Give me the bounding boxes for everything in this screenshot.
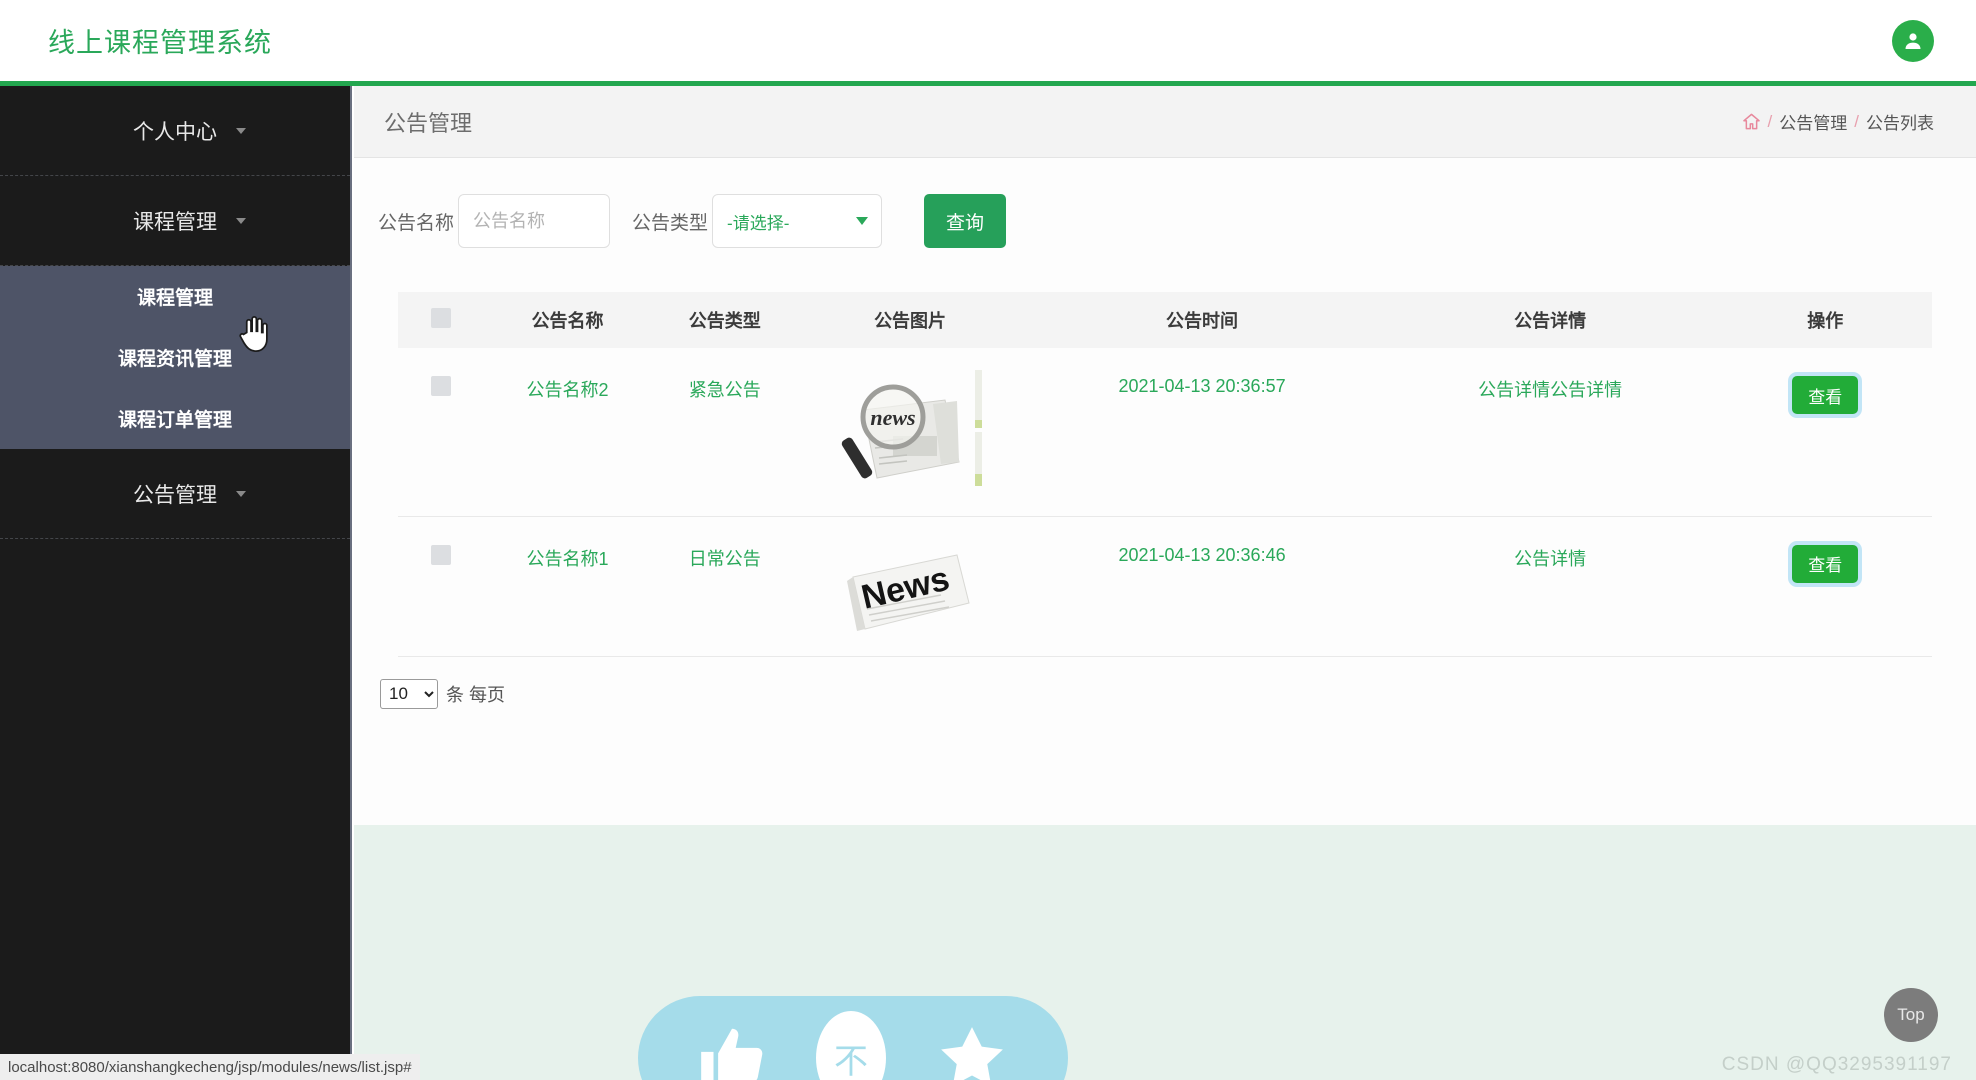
svg-text:news: news <box>870 405 915 430</box>
reaction-pill: 不 <box>638 996 1068 1080</box>
table-body: 公告名称2 紧急公告 news 2021-04-13 20:36:57 公告详情… <box>398 348 1932 656</box>
announcement-type-label: 公告类型 <box>632 212 709 234</box>
row-action-cell: 查看 <box>1719 348 1932 516</box>
sidebar-subitem-label: 课程订单管理 <box>117 410 232 431</box>
sidebar-subitem-label: 课程资讯管理 <box>117 349 232 370</box>
announcement-table: 公告名称 公告类型 公告图片 公告时间 公告详情 操作 公告名称2 紧急公告 n… <box>398 292 1932 657</box>
main-content: 公告管理 / 公告管理 / 公告列表 公告名称 公告类型 -请选择- <box>354 86 1976 1080</box>
watermark: CSDN @QQ3295391197 <box>1721 1054 1952 1075</box>
header-select-all <box>398 292 483 348</box>
top-bar-right <box>1892 19 1934 62</box>
sidebar: 个人中心 课程管理 课程管理 课程资讯管理 课程订单管理 公告管理 <box>0 86 352 1080</box>
thumbs-up-icon[interactable] <box>695 1019 769 1080</box>
row-checkbox-cell <box>398 516 483 656</box>
per-page-label: 条 每页 <box>446 684 506 705</box>
sidebar-item-label: 课程管理 <box>133 210 217 234</box>
sidebar-item-label: 个人中心 <box>133 120 217 144</box>
news-magnifier-image[interactable]: news <box>835 370 985 490</box>
sidebar-subitem-course-info-management[interactable]: 课程资讯管理 <box>0 327 350 388</box>
center-char-badge[interactable]: 不 <box>815 1011 886 1080</box>
header-name: 公告名称 <box>531 311 604 331</box>
row-time: 2021-04-13 20:36:46 <box>1118 544 1286 565</box>
row-time: 2021-04-13 20:36:57 <box>1118 376 1286 396</box>
sidebar-subitem-label: 课程管理 <box>136 288 213 309</box>
search-toolbar: 公告名称 公告类型 -请选择- 查询 <box>354 158 1976 248</box>
pagination-bar: 10 条 每页 <box>354 657 1976 709</box>
announcement-name-label: 公告名称 <box>378 212 455 234</box>
row-action-cell: 查看 <box>1719 516 1932 656</box>
app-title: 线上课程管理系统 <box>48 28 272 58</box>
chevron-down-icon <box>236 490 246 497</box>
announcement-type-selected-value: -请选择- <box>727 213 790 233</box>
news-paper-image[interactable]: News <box>845 547 975 637</box>
header-action: 操作 <box>1807 311 1844 331</box>
view-button[interactable]: 查看 <box>1792 376 1859 414</box>
status-bar-url: localhost:8080/xianshangkecheng/jsp/modu… <box>0 1054 420 1080</box>
sidebar-item-personal-center[interactable]: 个人中心 <box>0 86 350 176</box>
row-detail: 公告详情公告详情 <box>1478 380 1623 400</box>
table-row: 公告名称1 日常公告 News 2021-04-13 20:36:46 公告详情… <box>398 516 1932 656</box>
announcement-type-select[interactable]: -请选择- <box>712 194 883 248</box>
center-char-label: 不 <box>833 1042 868 1080</box>
chevron-down-icon <box>236 127 246 134</box>
search-submit-button[interactable]: 查询 <box>924 194 1007 248</box>
top-bar: 线上课程管理系统 <box>0 0 1976 86</box>
header-time: 公告时间 <box>1166 311 1239 331</box>
sidebar-item-course-management[interactable]: 课程管理 <box>0 176 350 266</box>
row-name: 公告名称1 <box>526 548 609 569</box>
select-all-checkbox[interactable] <box>430 307 451 328</box>
per-page-select[interactable]: 10 <box>380 678 438 709</box>
chevron-down-icon <box>236 217 246 224</box>
star-icon[interactable] <box>933 1019 1011 1080</box>
row-image-cell: News <box>798 516 1023 656</box>
row-type: 日常公告 <box>688 548 761 569</box>
row-type: 紧急公告 <box>688 380 761 400</box>
row-checkbox[interactable] <box>430 544 451 565</box>
sidebar-subitem-course-order-management[interactable]: 课程订单管理 <box>0 388 350 449</box>
header-detail: 公告详情 <box>1514 311 1587 331</box>
announcement-name-input[interactable] <box>458 194 611 248</box>
row-checkbox-cell <box>398 348 483 516</box>
user-avatar-button[interactable] <box>1892 19 1934 62</box>
breadcrumb-item-list: 公告列表 <box>1866 114 1934 133</box>
row-name: 公告名称2 <box>526 380 609 400</box>
header-type: 公告类型 <box>688 311 761 331</box>
table-row: 公告名称2 紧急公告 news 2021-04-13 20:36:57 公告详情… <box>398 348 1932 516</box>
sidebar-item-label: 公告管理 <box>133 483 217 507</box>
breadcrumb-item-announcement[interactable]: 公告管理 <box>1779 109 1847 134</box>
row-detail: 公告详情 <box>1514 548 1587 569</box>
page-title: 公告管理 <box>384 110 473 136</box>
sidebar-submenu-course: 课程管理 课程资讯管理 课程订单管理 <box>0 266 350 449</box>
row-image-cell: news <box>798 348 1023 516</box>
content-header: 公告管理 / 公告管理 / 公告列表 <box>354 86 1976 158</box>
breadcrumb-separator: / <box>1767 111 1773 131</box>
table-header: 公告名称 公告类型 公告图片 公告时间 公告详情 操作 <box>398 292 1932 348</box>
home-icon[interactable] <box>1742 112 1761 131</box>
row-checkbox[interactable] <box>430 376 451 396</box>
footer-area: 不 Top CSDN @QQ3295391197 <box>354 825 1976 1080</box>
table-header-row: 公告名称 公告类型 公告图片 公告时间 公告详情 操作 <box>398 292 1932 348</box>
announcement-table-wrap: 公告名称 公告类型 公告图片 公告时间 公告详情 操作 公告名称2 紧急公告 n… <box>354 248 1976 657</box>
sidebar-subitem-course-management[interactable]: 课程管理 <box>0 266 350 327</box>
back-to-top-label: Top <box>1897 1005 1925 1024</box>
announcement-type-select-wrap: -请选择- <box>712 194 883 248</box>
back-to-top-button[interactable]: Top <box>1884 988 1938 1042</box>
breadcrumb-separator: / <box>1854 111 1859 131</box>
breadcrumb: / 公告管理 / 公告列表 <box>1742 109 1934 134</box>
app-root: 线上课程管理系统 个人中心 课程管理 课程管理 课程资讯管理 课程订单管理 公告… <box>0 0 1976 1080</box>
user-icon <box>1905 32 1921 49</box>
header-image: 公告图片 <box>874 311 947 331</box>
sidebar-item-announcement-management[interactable]: 公告管理 <box>0 449 350 539</box>
view-button[interactable]: 查看 <box>1792 544 1859 583</box>
